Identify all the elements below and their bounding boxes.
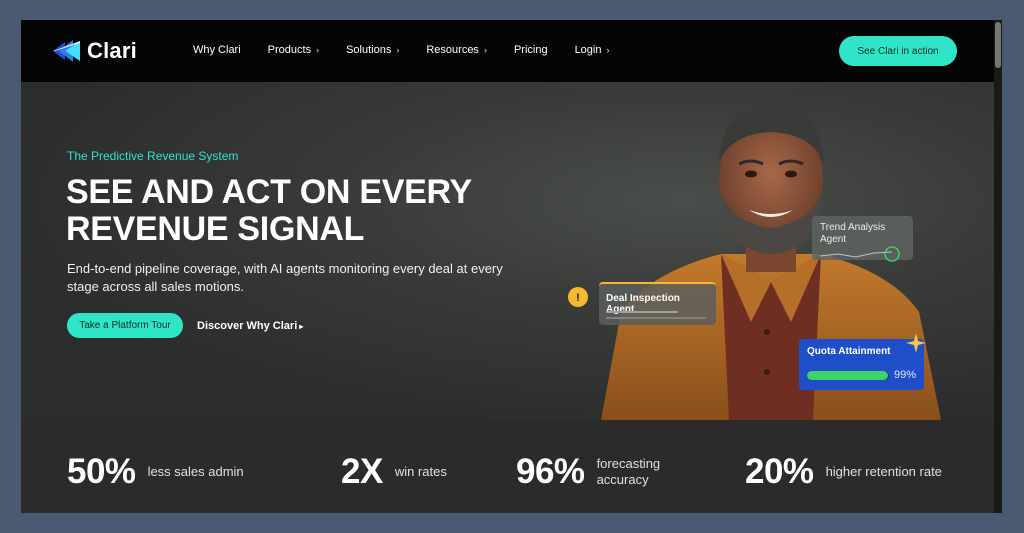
nav-solutions[interactable]: Solutions ›	[346, 44, 399, 56]
quota-attainment-label: Quota Attainment	[807, 346, 891, 357]
hero-eyebrow: The Predictive Revenue System	[67, 149, 239, 163]
chevron-right-icon: ›	[483, 45, 487, 55]
nav-resources[interactable]: Resources ›	[426, 44, 487, 56]
browser-window: Clari Why Clari Products › Solutions › Res…	[21, 20, 1002, 513]
vertical-scrollbar[interactable]	[994, 20, 1002, 513]
placeholder-line	[606, 317, 706, 319]
hero-headline: SEE AND ACT ON EVERY REVENUE SIGNAL	[66, 174, 526, 248]
stats-bar: 50% less sales admin 2X win rates 96% fo…	[21, 420, 994, 513]
stat-value: 20%	[745, 452, 814, 491]
chevron-right-icon: ›	[396, 45, 400, 55]
hero-section: The Predictive Revenue System SEE AND AC…	[21, 82, 994, 420]
nav-products-label: Products	[267, 44, 312, 56]
trend-analysis-agent-card: Trend Analysis Agent	[812, 216, 913, 262]
clari-logo-icon	[53, 40, 80, 62]
warning-glyph: !	[576, 292, 580, 304]
nav-login-label: Login	[574, 44, 602, 56]
see-clari-in-action-button[interactable]: See Clari in action	[839, 36, 957, 66]
trend-analysis-agent-label: Trend Analysis Agent	[820, 222, 886, 245]
stat-item: 20% higher retention rate	[745, 452, 946, 492]
nav-why-clari[interactable]: Why Clari	[193, 44, 241, 56]
nav-products[interactable]: Products ›	[268, 44, 319, 56]
stat-value: 96%	[516, 452, 585, 491]
quota-percentage: 99%	[894, 369, 917, 381]
nav-pricing[interactable]: Pricing	[514, 44, 548, 56]
sparkle-icon	[906, 333, 926, 353]
primary-nav: Why Clari Products › Solutions › Resources…	[193, 44, 636, 56]
stat-value: 50%	[67, 452, 136, 491]
chevron-right-icon: ›	[316, 45, 320, 55]
stat-item: 50% less sales admin	[67, 452, 268, 492]
hero-headline-line2: REVENUE SIGNAL	[66, 210, 365, 248]
chevron-right-icon: ›	[606, 45, 610, 55]
discover-why-clari-label: Discover Why Clari	[197, 320, 298, 332]
stat-label: win rates	[394, 464, 447, 479]
deal-inspection-agent-card: Deal Inspection Agent	[599, 282, 716, 325]
hero-subtext: End-to-end pipeline coverage, with AI ag…	[67, 261, 503, 294]
scrollbar-thumb[interactable]	[995, 22, 1001, 68]
stat-label: higher retention rate	[825, 464, 942, 479]
stat-label: less sales admin	[147, 464, 244, 479]
placeholder-line	[606, 311, 678, 313]
top-navbar: Clari Why Clari Products › Solutions › Res…	[21, 20, 994, 82]
nav-login[interactable]: Login ›	[575, 44, 610, 56]
stat-label: forecasting accuracy	[596, 456, 661, 487]
nav-resources-label: Resources	[426, 44, 479, 56]
quota-progress-fill	[807, 371, 889, 380]
take-platform-tour-button[interactable]: Take a Platform Tour	[67, 313, 183, 338]
trend-line-icon	[819, 246, 900, 262]
hero-headline-line1: SEE AND ACT ON EVERY	[66, 173, 472, 211]
nav-pricing-label: Pricing	[513, 44, 548, 56]
quota-progress-bar	[807, 371, 889, 380]
stat-item: 2X win rates	[341, 452, 475, 492]
nav-solutions-label: Solutions	[346, 44, 392, 56]
play-arrow-icon: ▸	[299, 322, 304, 331]
logo-wordmark: Clari	[87, 38, 137, 63]
nav-why-clari-label: Why Clari	[193, 44, 241, 56]
warning-badge-icon: !	[568, 287, 588, 307]
clari-logo[interactable]: Clari	[51, 38, 137, 64]
discover-why-clari-link[interactable]: Discover Why Clari ▸	[197, 320, 303, 332]
stat-item: 96% forecasting accuracy	[516, 452, 687, 492]
stat-value: 2X	[341, 452, 383, 491]
